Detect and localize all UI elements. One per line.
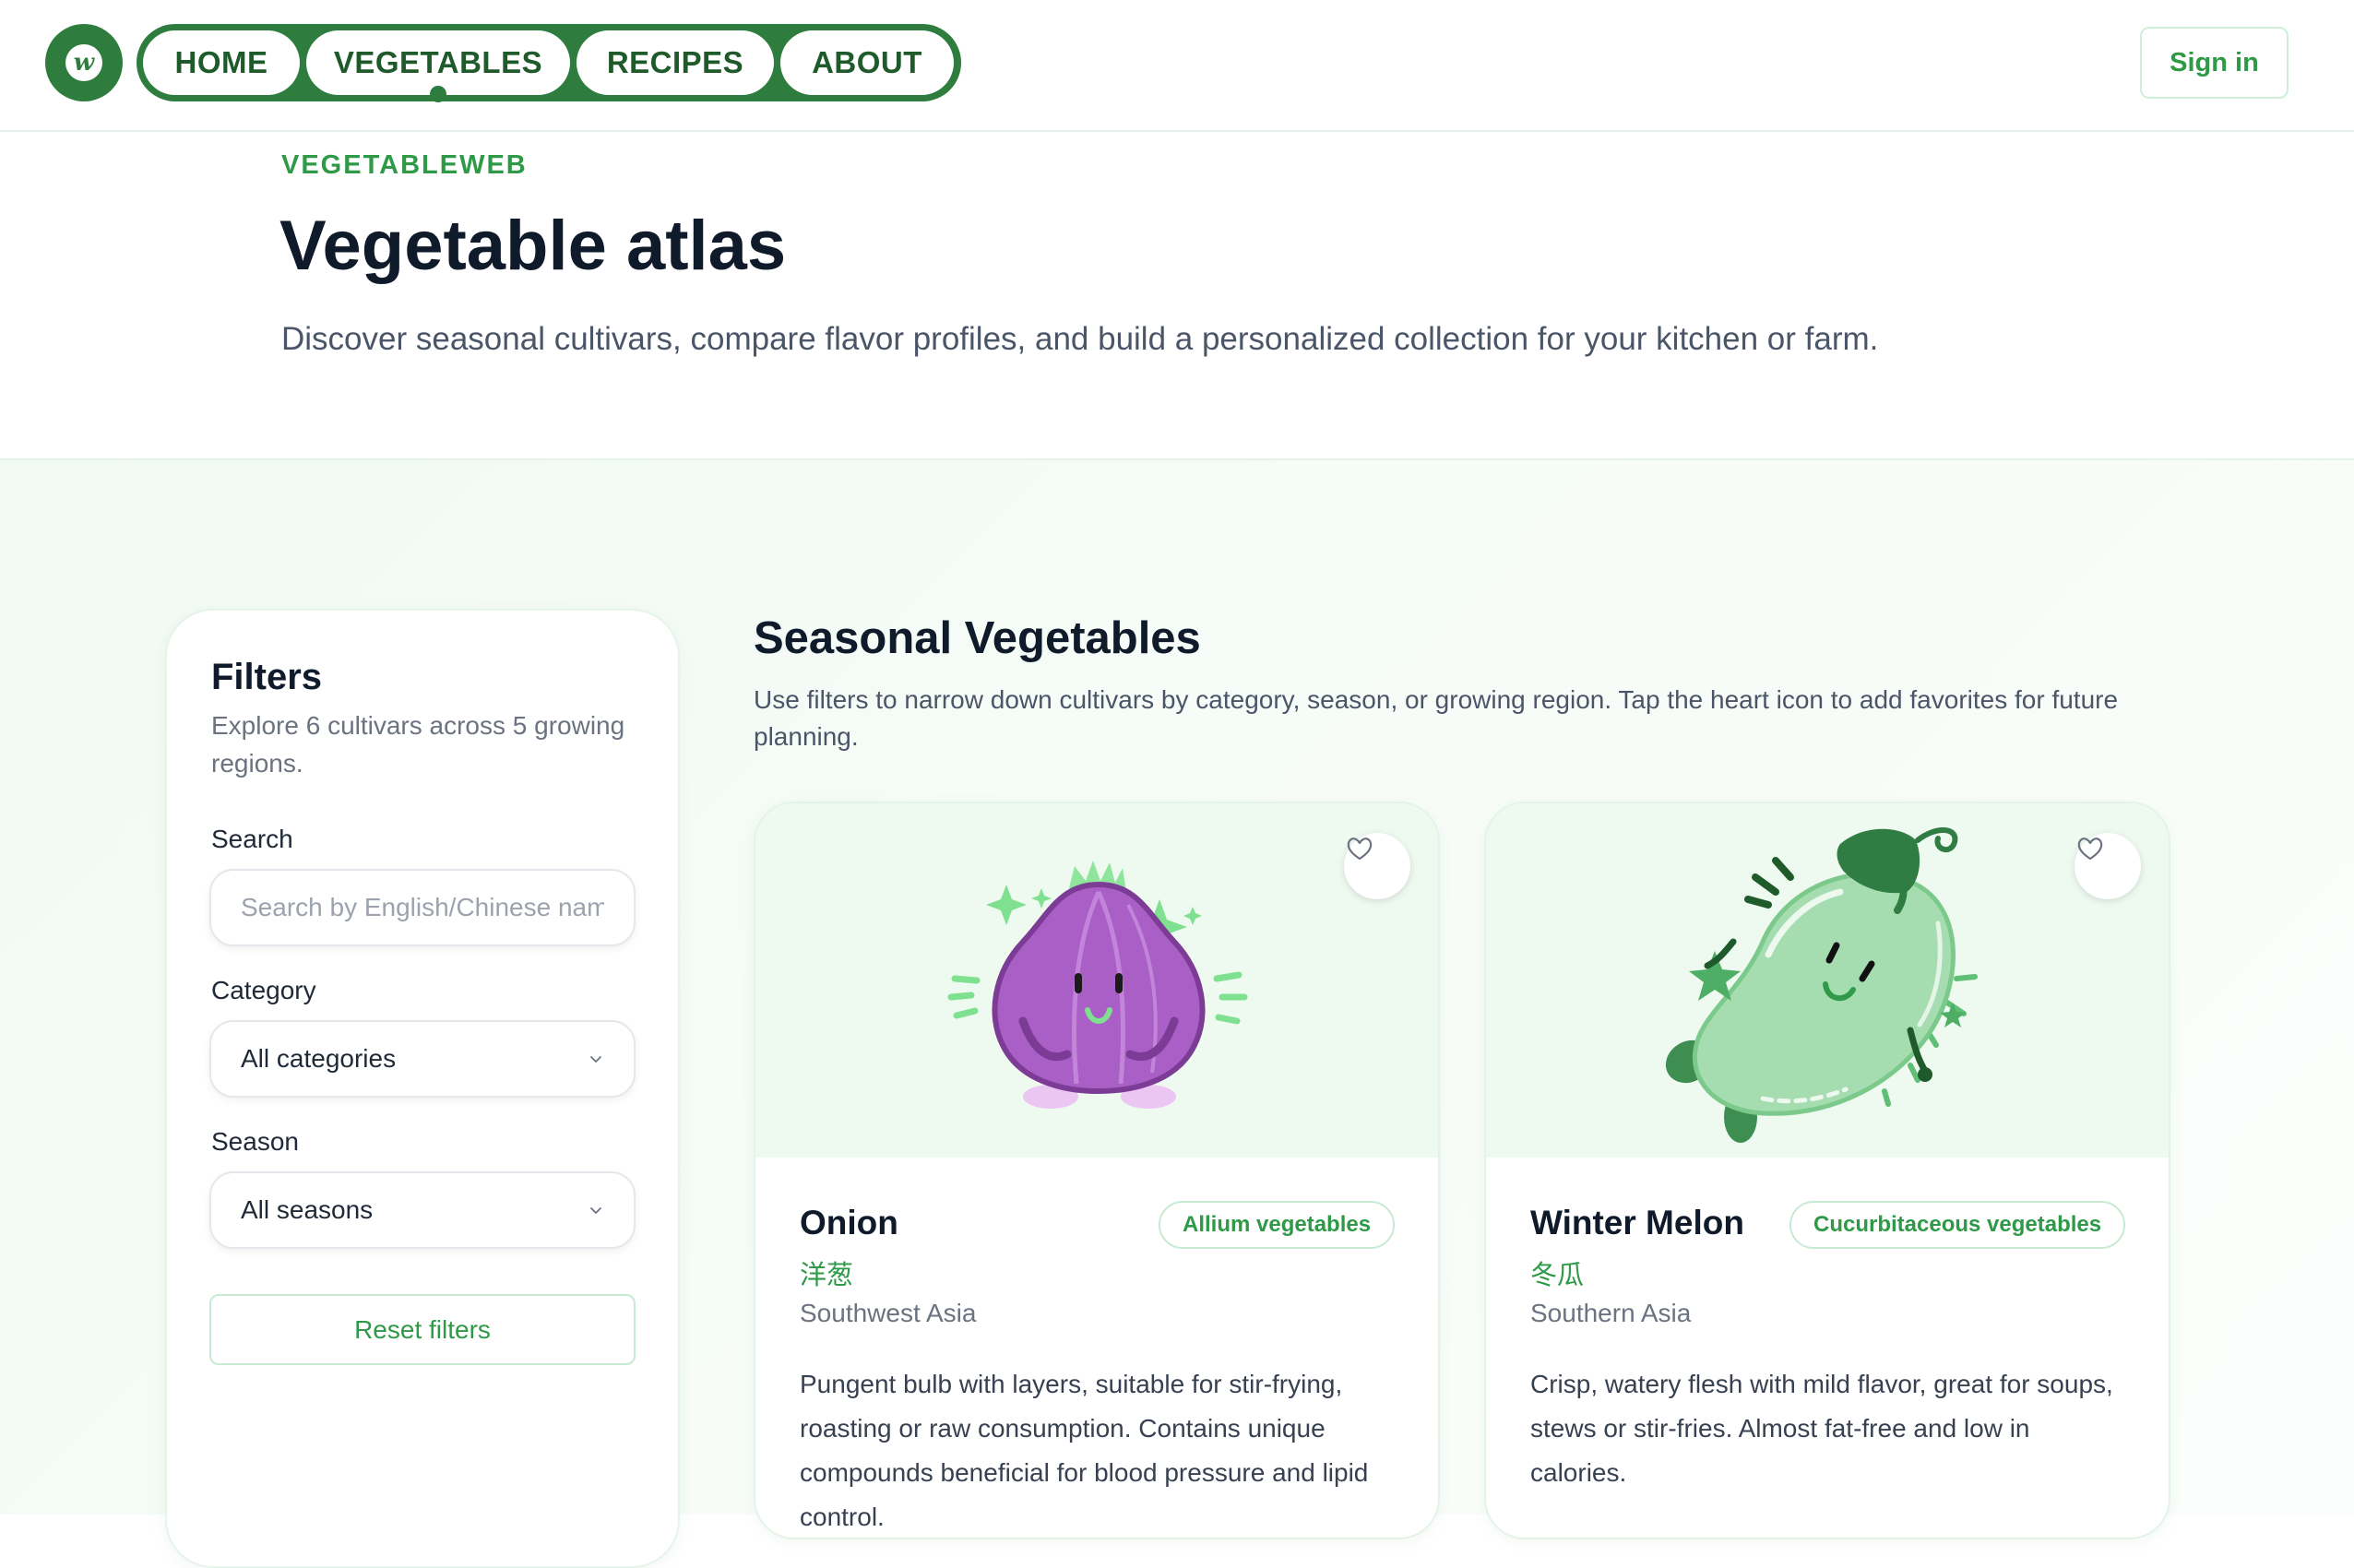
card-title: Onion	[800, 1204, 898, 1241]
hero-section: VEGETABLEWEB Vegetable atlas Discover se…	[0, 132, 2354, 460]
heart-icon	[2077, 837, 2103, 861]
logo-mark-icon: w	[65, 44, 102, 81]
active-nav-indicator	[430, 86, 446, 102]
main-nav: HOME VEGETABLES RECIPES ABOUT	[137, 24, 961, 101]
chevron-down-icon	[590, 1056, 601, 1063]
card-description: Pungent bulb with layers, suitable for s…	[800, 1370, 1369, 1531]
category-label: Category	[211, 976, 316, 1004]
site-kicker: VEGETABLEWEB	[281, 150, 528, 180]
card-origin: Southwest Asia	[800, 1299, 977, 1327]
heart-icon	[1347, 837, 1373, 861]
filters-panel: Filters Explore 6 cultivars across 5 gro…	[165, 609, 680, 1568]
vegetable-card[interactable]: Winter Melon Cucurbitaceous vegetables 冬…	[1484, 802, 2170, 1539]
nav-home-link[interactable]: HOME	[143, 30, 300, 95]
season-select[interactable]: All seasons	[209, 1171, 636, 1249]
nav-recipes-link[interactable]: RECIPES	[577, 30, 774, 95]
vegetable-card[interactable]: Onion Allium vegetables 洋葱 Southwest Asi…	[754, 802, 1440, 1539]
reset-filters-button[interactable]: Reset filters	[209, 1294, 636, 1365]
card-image-area	[755, 803, 1438, 1158]
section-title: Seasonal Vegetables	[754, 613, 1201, 663]
page-subtitle: Discover seasonal cultivars, compare fla…	[281, 321, 1879, 357]
filters-description: Explore 6 cultivars across 5 growing reg…	[211, 711, 625, 778]
card-image-area	[1486, 803, 2169, 1158]
page-title: Vegetable atlas	[279, 207, 787, 285]
winter-melon-illustration	[1665, 826, 1978, 1143]
section-description: Use filters to narrow down cultivars by …	[754, 685, 2119, 751]
nav-about-link[interactable]: ABOUT	[780, 30, 954, 95]
chevron-down-icon	[590, 1207, 601, 1214]
season-label: Season	[211, 1127, 299, 1156]
card-chinese-name: 洋葱	[800, 1259, 854, 1290]
main-content: Filters Explore 6 cultivars across 5 gro…	[0, 460, 2354, 1568]
category-badge: Allium vegetables	[1159, 1201, 1396, 1249]
search-input[interactable]	[209, 869, 636, 946]
onion-illustration	[947, 861, 1248, 1109]
favorite-button[interactable]	[1344, 833, 1410, 899]
category-select-value: All categories	[241, 1044, 397, 1073]
category-badge: Cucurbitaceous vegetables	[1789, 1201, 2126, 1249]
favorite-button[interactable]	[2075, 833, 2141, 899]
card-origin: Southern Asia	[1530, 1299, 1692, 1327]
card-title: Winter Melon	[1530, 1204, 1744, 1241]
search-label: Search	[211, 825, 293, 853]
filters-title: Filters	[211, 657, 323, 697]
logo[interactable]: w	[45, 24, 123, 101]
top-navigation-bar: w HOME VEGETABLES RECIPES ABOUT Sign in	[0, 0, 2354, 132]
sign-in-button[interactable]: Sign in	[2140, 27, 2289, 99]
card-description: Crisp, watery flesh with mild flavor, gr…	[1530, 1370, 2113, 1487]
card-chinese-name: 冬瓜	[1530, 1259, 1585, 1290]
season-select-value: All seasons	[241, 1195, 374, 1224]
category-select[interactable]: All categories	[209, 1020, 636, 1098]
